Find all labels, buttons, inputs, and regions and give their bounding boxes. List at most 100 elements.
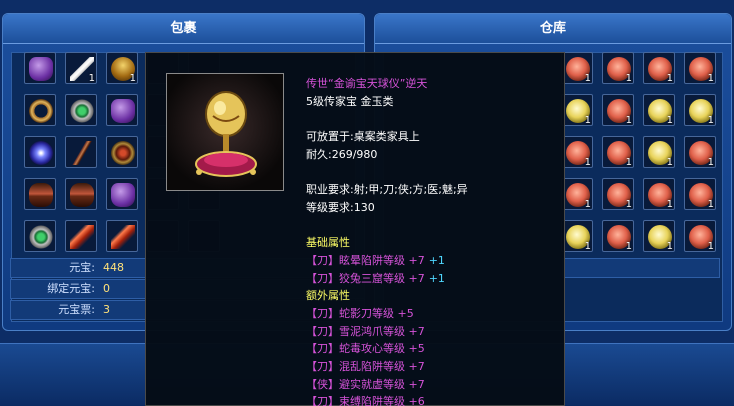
item-count: 1: [584, 73, 591, 84]
item-count: 1: [584, 199, 591, 210]
bag-slot[interactable]: [106, 136, 138, 168]
warehouse-slot[interactable]: 1: [643, 178, 675, 210]
bag-slot[interactable]: [24, 136, 56, 168]
amulet-icon: [111, 141, 135, 165]
boot-icon: [29, 57, 53, 81]
basic-attribute: 【刀】狡兔三窟等级 +7 +1: [306, 270, 561, 288]
item-count: 1: [666, 199, 673, 210]
bag-slot[interactable]: [65, 136, 97, 168]
staff-icon: [70, 141, 94, 165]
item-name: 传世“金谕宝天球仪”逆天: [306, 77, 428, 90]
golden-ball-treasure-icon: [166, 73, 284, 191]
attribute-text: 【刀】狡兔三窟等级 +7: [306, 271, 425, 285]
bag-slot[interactable]: [24, 94, 56, 126]
green-ring-icon: [29, 225, 53, 249]
item-count: 1: [707, 199, 714, 210]
item-count: 1: [666, 115, 673, 126]
item-count: 1: [584, 115, 591, 126]
basic-attribute: 【刀】眩晕陷阱等级 +7 +1: [306, 252, 561, 270]
warehouse-slot[interactable]: 1: [684, 94, 716, 126]
warehouse-slot[interactable]: 1: [684, 136, 716, 168]
item-count: 1: [707, 115, 714, 126]
item-count: 1: [625, 199, 632, 210]
warehouse-slot[interactable]: 1: [561, 220, 593, 252]
item-grade: 5级传家宝 金玉类: [306, 94, 394, 108]
bag-slot[interactable]: 1: [65, 52, 97, 84]
currency-value: 3: [103, 303, 110, 316]
attribute-text: 【刀】眩晕陷阱等级 +7: [306, 253, 425, 267]
extra-attribute: 【刀】束缚陷阱等级 +6: [306, 395, 425, 406]
bag-slot[interactable]: [106, 94, 138, 126]
bag-slot[interactable]: [24, 220, 56, 252]
warehouse-slot[interactable]: 1: [602, 52, 634, 84]
extra-attributes-header: 额外属性: [306, 289, 350, 303]
item-count: 1: [666, 157, 673, 168]
boot-icon: [111, 183, 135, 207]
item-count: 1: [584, 157, 591, 168]
item-durability: 耐久:269/980: [306, 147, 378, 161]
bag-slot[interactable]: [65, 220, 97, 252]
item-count: 1: [625, 73, 632, 84]
item-count: 1: [129, 73, 136, 84]
warehouse-slot[interactable]: 1: [561, 136, 593, 168]
belt-icon: [29, 183, 53, 207]
extra-attribute: 【侠】避实就虚等级 +7: [306, 377, 425, 391]
item-count: 1: [625, 115, 632, 126]
attribute-bonus: +1: [428, 271, 445, 285]
extra-attribute: 【刀】混乱陷阱等级 +7: [306, 360, 425, 373]
warehouse-slot[interactable]: 1: [643, 94, 675, 126]
currency-value: 0: [103, 282, 110, 295]
currency-label: 元宝:: [69, 261, 95, 274]
warehouse-slot[interactable]: 1: [602, 94, 634, 126]
item-tooltip: 传世“金谕宝天球仪”逆天 5级传家宝 金玉类 可放置于:桌案类家具上 耐久:26…: [145, 52, 565, 406]
item-count: 1: [707, 73, 714, 84]
job-requirement: 职业要求:射;甲;刀;侠;方;医;魅;异: [306, 183, 468, 197]
bag-slot[interactable]: [24, 178, 56, 210]
item-count: 1: [584, 241, 591, 252]
currency-value: 448: [103, 261, 124, 274]
warehouse-slot[interactable]: 1: [561, 178, 593, 210]
bag-slot[interactable]: [106, 178, 138, 210]
feather-icon: [111, 225, 135, 249]
ring-icon: [29, 99, 53, 123]
warehouse-slot[interactable]: 1: [643, 220, 675, 252]
bag-slot[interactable]: [65, 178, 97, 210]
item-count: 1: [625, 241, 632, 252]
warehouse-slot[interactable]: 1: [602, 220, 634, 252]
bag-slot[interactable]: [106, 220, 138, 252]
extra-attribute: 【刀】雪泥鸿爪等级 +7: [306, 324, 425, 338]
bag-title: 包裹: [3, 14, 364, 44]
item-count: 1: [625, 157, 632, 168]
item-count: 1: [666, 241, 673, 252]
bag-slot[interactable]: [24, 52, 56, 84]
currency-label: 元宝票:: [58, 303, 95, 316]
warehouse-slot[interactable]: 1: [602, 178, 634, 210]
orb-icon: [29, 141, 53, 165]
warehouse-title: 仓库: [375, 14, 731, 44]
level-requirement: 等级要求:130: [306, 200, 375, 214]
warehouse-slot[interactable]: 1: [643, 136, 675, 168]
boot-icon: [111, 99, 135, 123]
bag-slot[interactable]: 1: [106, 52, 138, 84]
feather-icon: [70, 225, 94, 249]
item-count: 1: [707, 157, 714, 168]
warehouse-slot[interactable]: 1: [684, 52, 716, 84]
basic-attributes-header: 基础属性: [306, 236, 350, 250]
warehouse-slot[interactable]: 1: [602, 136, 634, 168]
warehouse-slot[interactable]: 1: [643, 52, 675, 84]
extra-attribute: 【刀】蛇毒攻心等级 +5: [306, 342, 425, 356]
item-placement: 可放置于:桌案类家具上: [306, 130, 420, 144]
item-count: 1: [666, 73, 673, 84]
bag-slot[interactable]: [65, 94, 97, 126]
belt-icon: [70, 183, 94, 207]
warehouse-slot[interactable]: 1: [561, 94, 593, 126]
currency-label: 绑定元宝:: [47, 282, 95, 295]
item-count: 1: [707, 241, 714, 252]
extra-attribute: 【刀】蛇影刀等级 +5: [306, 306, 414, 320]
warehouse-slot[interactable]: 1: [684, 178, 716, 210]
item-count: 1: [88, 73, 95, 84]
warehouse-slot[interactable]: 1: [561, 52, 593, 84]
warehouse-slot[interactable]: 1: [684, 220, 716, 252]
attribute-bonus: +1: [428, 253, 445, 267]
warehouse-info-bar: [562, 258, 720, 278]
